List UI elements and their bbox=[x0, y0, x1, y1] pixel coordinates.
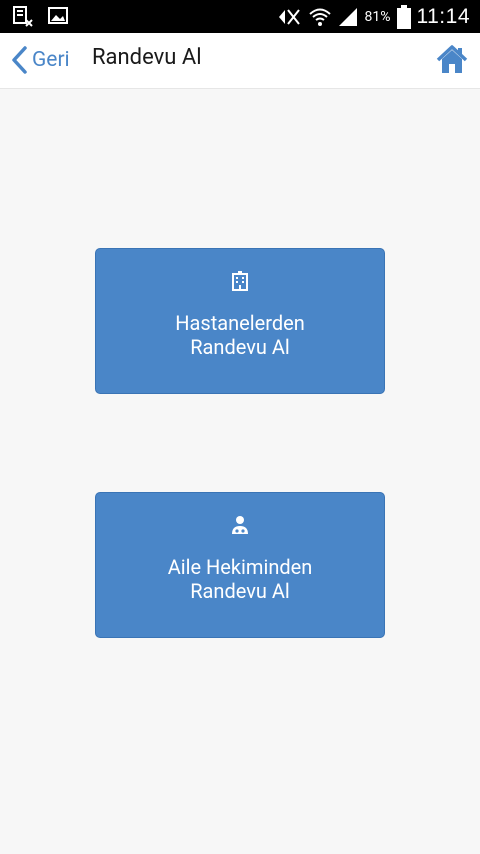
family-doctor-appointment-label: Aile Hekiminden Randevu Al bbox=[167, 555, 313, 603]
chevron-left-icon bbox=[12, 46, 27, 74]
doctor-icon bbox=[232, 516, 248, 534]
status-bar: 81% 11:14 bbox=[0, 0, 480, 33]
battery-percent: 81% bbox=[364, 8, 391, 25]
clock: 11:14 bbox=[416, 4, 470, 28]
hospital-appointment-label: Hastanelerden Randevu Al bbox=[175, 311, 305, 359]
wifi-icon bbox=[308, 8, 331, 26]
battery-icon bbox=[396, 4, 411, 29]
mute-icon bbox=[278, 8, 300, 25]
home-icon bbox=[436, 45, 468, 73]
notification-image-icon bbox=[48, 7, 68, 24]
top-bar: Geri Randevu Al bbox=[0, 33, 480, 89]
hospital-appointment-button[interactable]: Hastanelerden Randevu Al bbox=[95, 248, 385, 394]
home-button[interactable] bbox=[436, 45, 468, 75]
family-doctor-appointment-button[interactable]: Aile Hekiminden Randevu Al bbox=[95, 492, 385, 638]
back-label: Geri bbox=[32, 48, 70, 72]
hospital-icon bbox=[232, 271, 248, 291]
notification-sim-icon bbox=[13, 6, 33, 27]
page-title: Randevu Al bbox=[92, 45, 202, 70]
back-button[interactable]: Geri bbox=[10, 44, 70, 76]
signal-icon bbox=[338, 7, 357, 26]
